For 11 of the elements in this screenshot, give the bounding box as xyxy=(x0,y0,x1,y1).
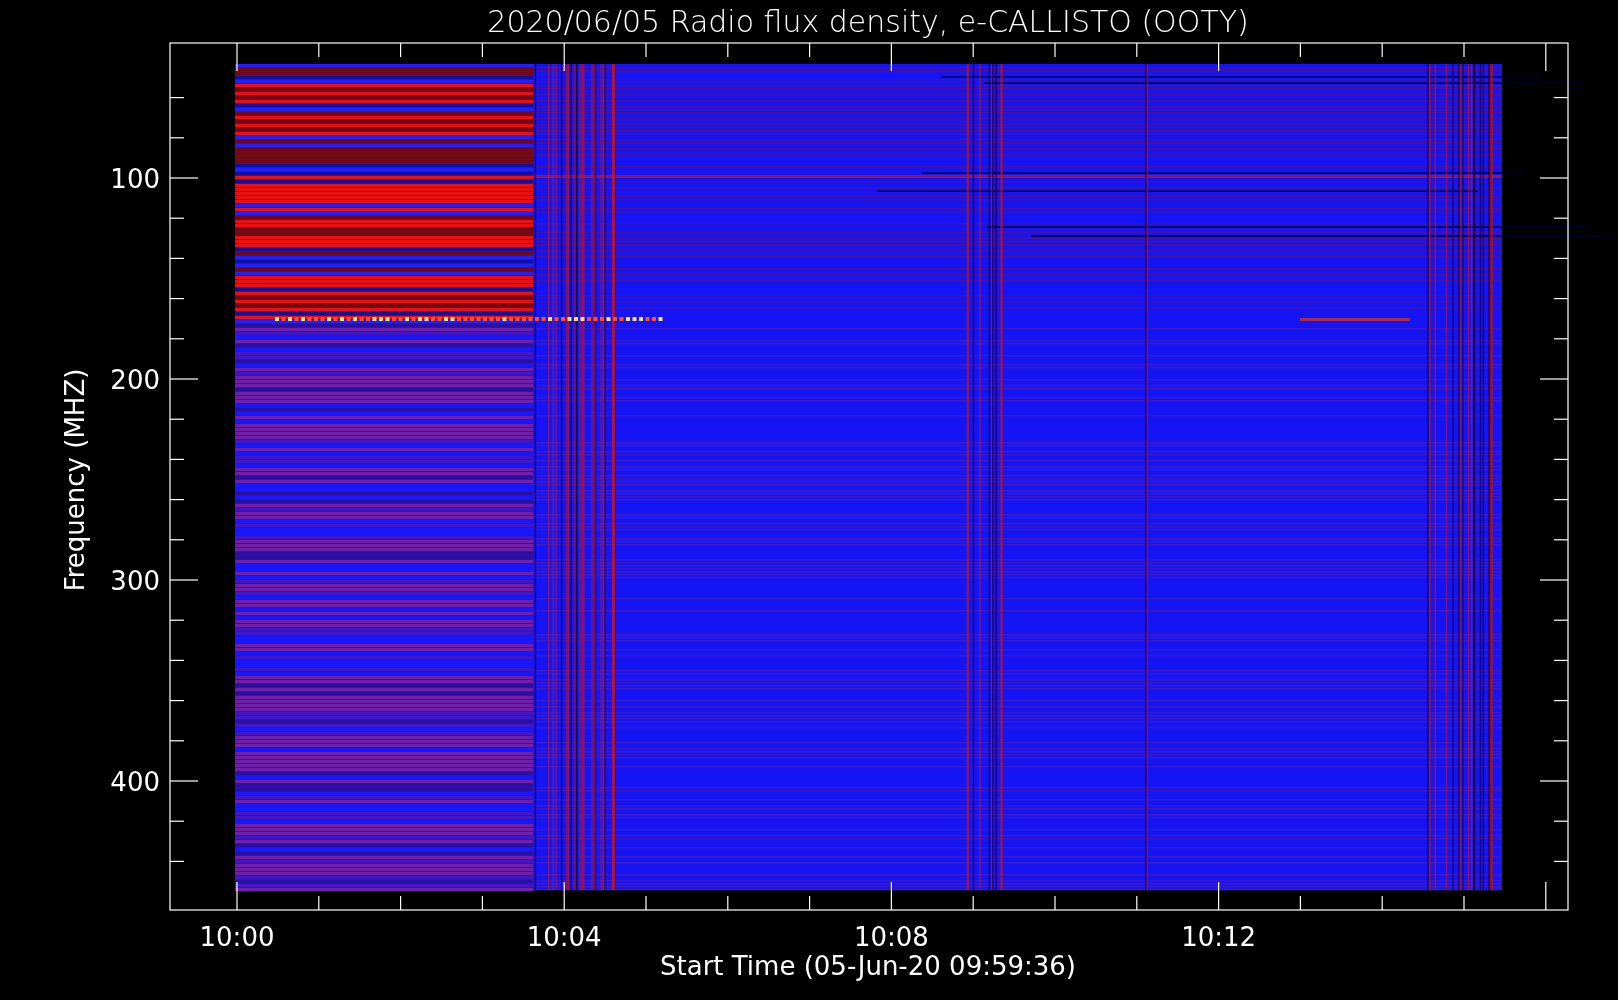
y-tick-label: 300 xyxy=(110,566,160,596)
y-tick-label: 100 xyxy=(110,164,160,194)
plot-title: 2020/06/05 Radio flux density, e-CALLISTO (OOTY) xyxy=(487,4,1249,39)
y-tick-label: 400 xyxy=(110,767,160,797)
x-tick-label: 10:12 xyxy=(1181,922,1257,952)
x-tick-label: 10:04 xyxy=(526,922,602,952)
y-axis-label: Frequency (MHZ) xyxy=(60,368,90,592)
y-tick-label: 200 xyxy=(110,365,160,395)
x-tick-label: 10:08 xyxy=(853,922,929,952)
x-tick-label: 10:00 xyxy=(199,922,275,952)
x-axis-label: Start Time (05-Jun-20 09:59:36) xyxy=(660,951,1076,981)
